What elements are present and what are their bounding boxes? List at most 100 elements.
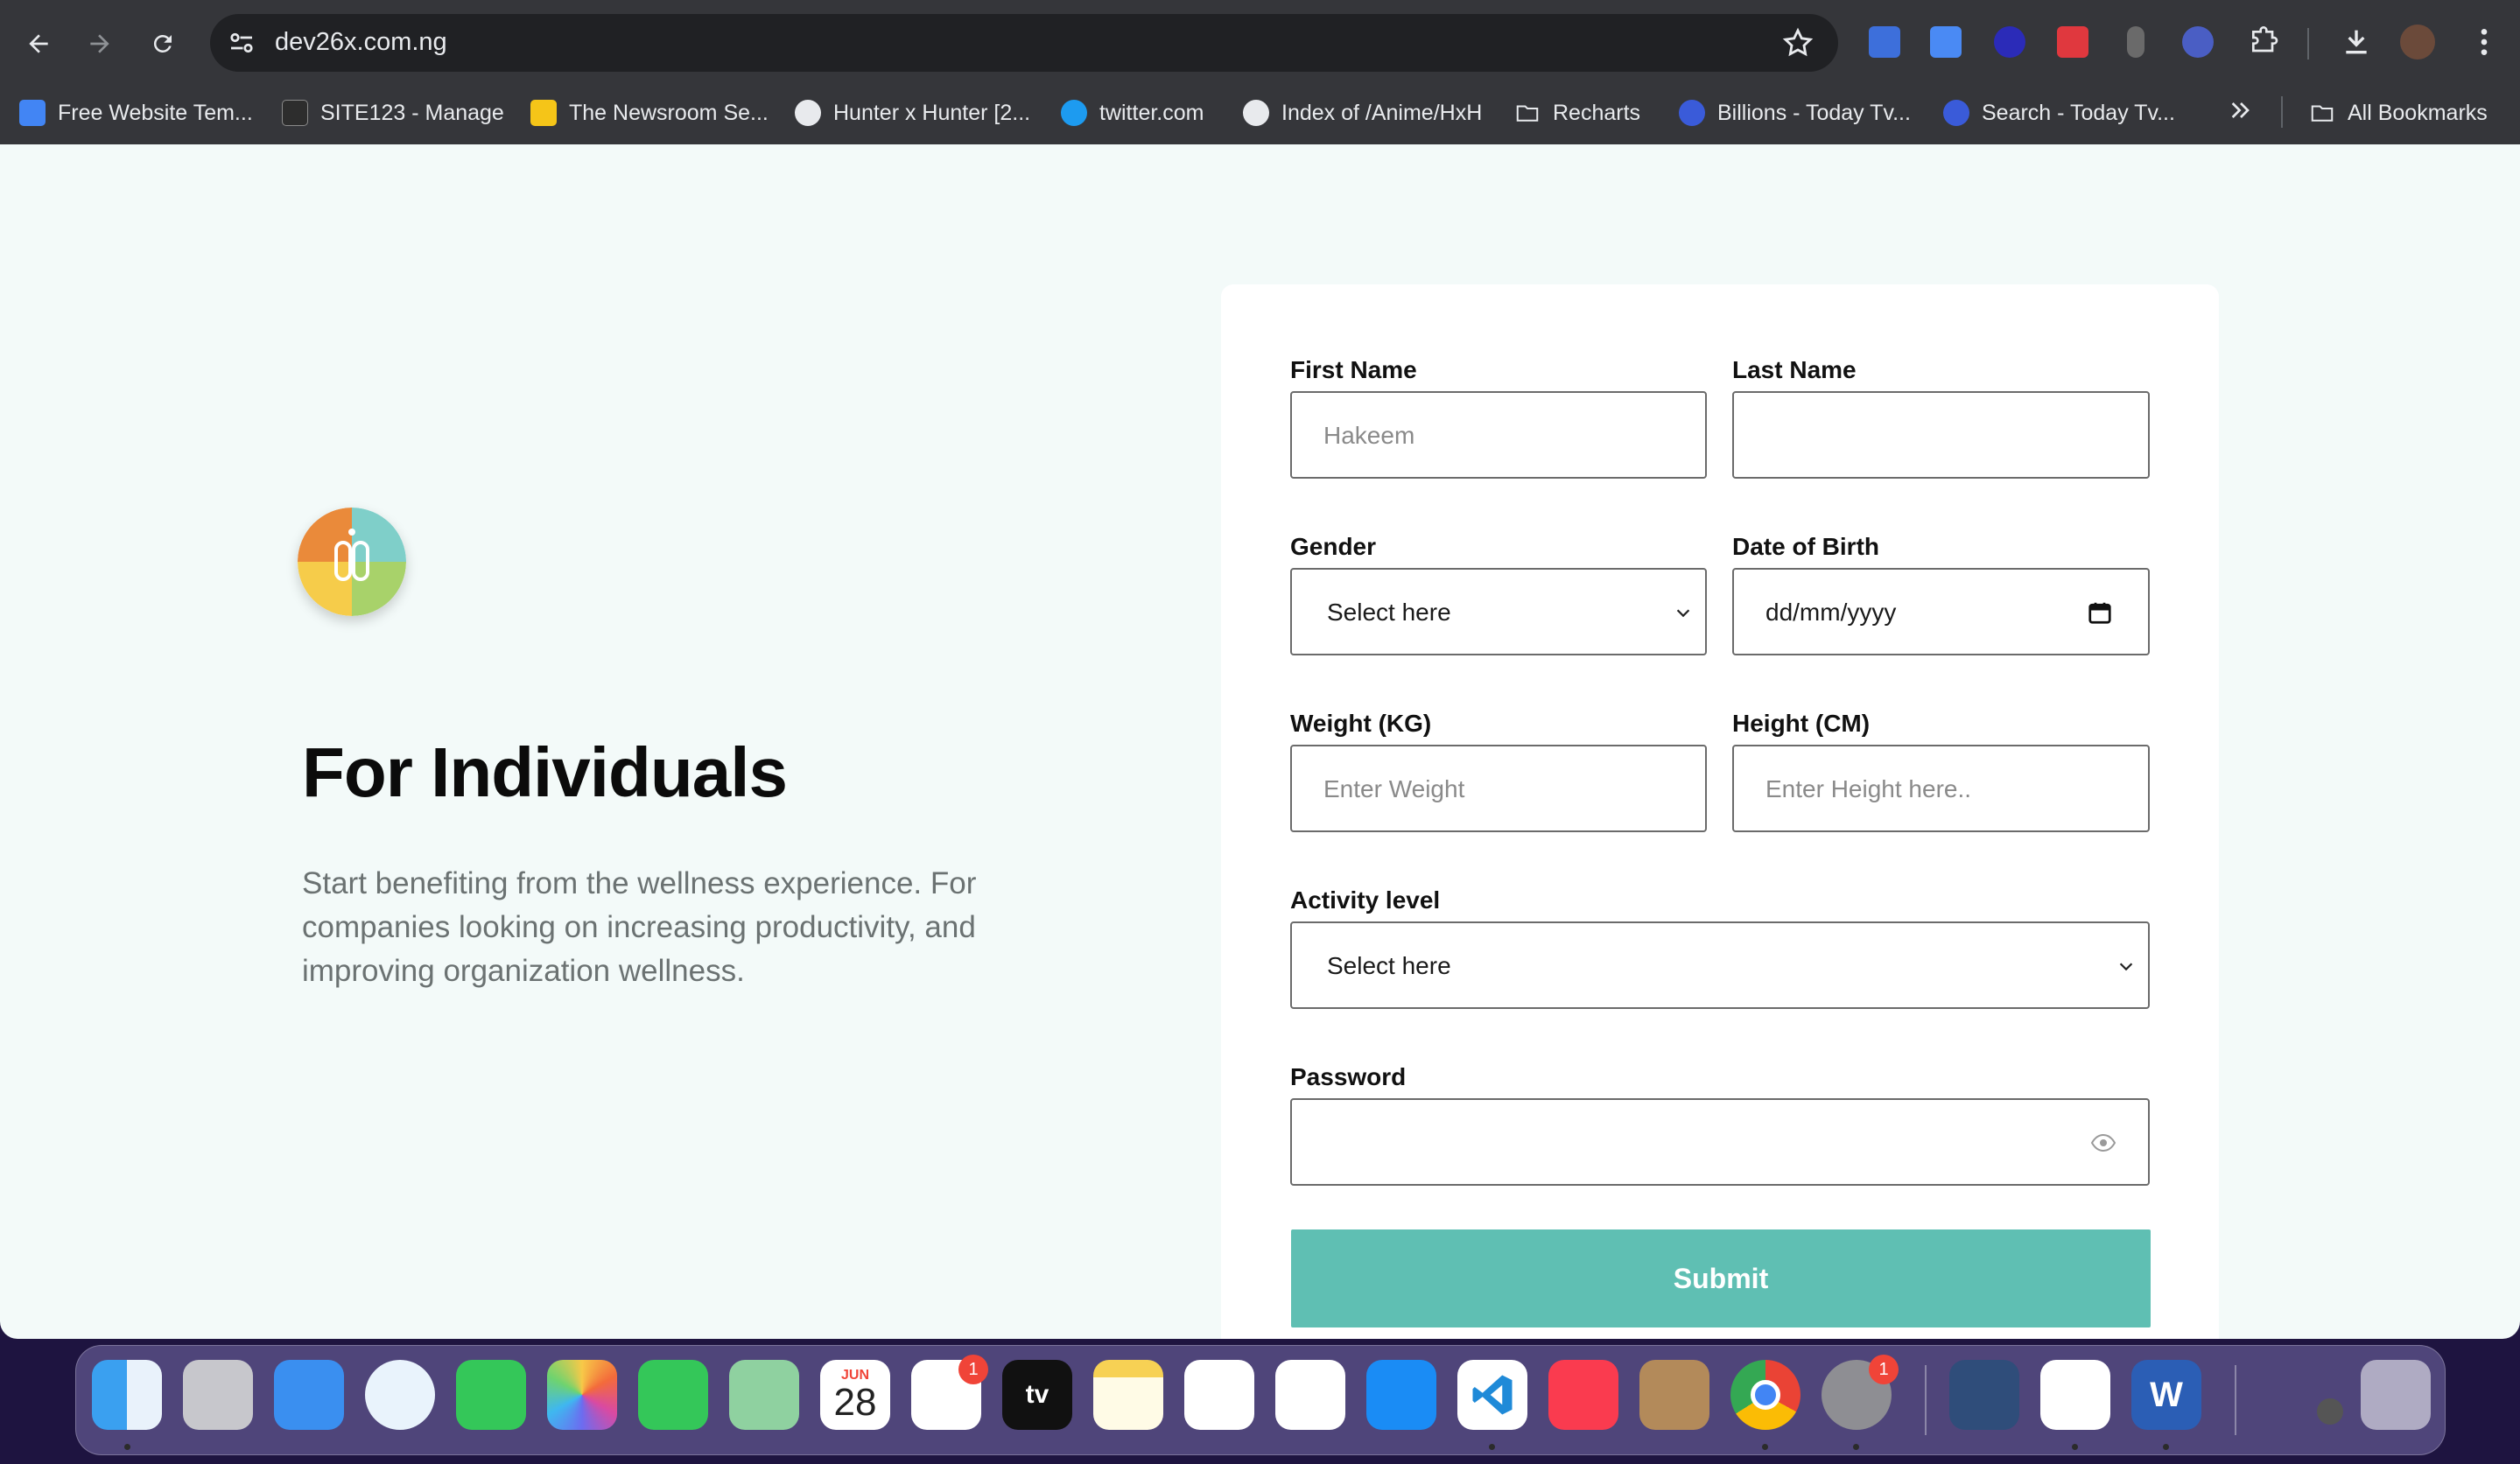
- extension-dropper-icon[interactable]: [2127, 26, 2144, 58]
- bookmarks-divider: [2281, 96, 2283, 128]
- todaytv-icon: [1679, 100, 1705, 126]
- puzzle-icon[interactable]: [2246, 25, 2281, 60]
- first-name-placeholder: Hakeem: [1323, 422, 1415, 449]
- bookmark-item[interactable]: Search - Today Tv...: [1943, 93, 2175, 133]
- vscode-logo-icon: [1472, 1375, 1513, 1415]
- photos-icon[interactable]: [547, 1360, 617, 1430]
- music-icon[interactable]: [1548, 1360, 1618, 1430]
- first-name-field[interactable]: Hakeem: [1290, 391, 1707, 479]
- downloads-stack-icon[interactable]: [2317, 1398, 2343, 1425]
- extension-shield-icon[interactable]: [2182, 26, 2214, 58]
- dob-value: dd/mm/yyyy: [1765, 599, 1897, 626]
- more-menu-icon[interactable]: [2467, 25, 2502, 60]
- todaytv-icon: [1943, 100, 1969, 126]
- google-translate-icon[interactable]: [1930, 26, 1962, 58]
- migration-icon[interactable]: [1949, 1360, 2019, 1430]
- address-bar[interactable]: dev26x.com.ng: [210, 14, 1838, 72]
- calendar-icon[interactable]: JUN 28: [820, 1360, 890, 1430]
- all-bookmarks-button[interactable]: All Bookmarks: [2309, 93, 2488, 133]
- password-label: Password: [1290, 1063, 1407, 1090]
- chevron-down-icon: [1676, 609, 1690, 618]
- calendar-day: 28: [833, 1381, 877, 1424]
- app-store-icon[interactable]: [1366, 1360, 1436, 1430]
- bookmark-item[interactable]: Free Website Tem...: [19, 93, 253, 133]
- bookmark-item[interactable]: Index of /Anime/HxH: [1243, 93, 1482, 133]
- system-settings-icon[interactable]: 1: [1822, 1355, 1899, 1430]
- contacts-icon[interactable]: [1639, 1360, 1709, 1430]
- running-indicator: [1762, 1444, 1768, 1450]
- first-name-label: First Name: [1290, 356, 1417, 383]
- running-indicator: [2163, 1444, 2169, 1450]
- tv-icon[interactable]: tv: [1002, 1360, 1072, 1430]
- bookmark-item[interactable]: SITE123 - Manage: [282, 93, 504, 133]
- notes-icon[interactable]: [1093, 1360, 1163, 1430]
- gender-label: Gender: [1290, 533, 1377, 560]
- calendar-icon[interactable]: [2087, 599, 2113, 626]
- maps-icon[interactable]: [729, 1360, 799, 1430]
- dob-field[interactable]: dd/mm/yyyy: [1732, 568, 2150, 655]
- extension-spark-icon[interactable]: [1994, 26, 2025, 58]
- height-placeholder: Enter Height here..: [1765, 775, 1972, 802]
- running-indicator: [1489, 1444, 1495, 1450]
- eye-icon[interactable]: [2090, 1133, 2116, 1152]
- globe-icon: [1243, 100, 1269, 126]
- signup-form-card: First Name Hakeem Last Name Gender Selec…: [1221, 284, 2219, 1339]
- activity-selected-value: Select here: [1327, 952, 1451, 979]
- reload-button[interactable]: [138, 19, 187, 68]
- reminders-icon[interactable]: 1: [911, 1355, 988, 1430]
- password-field[interactable]: [1290, 1098, 2150, 1186]
- more-bookmarks-icon[interactable]: [2227, 96, 2255, 124]
- twitter-icon: [1061, 100, 1087, 126]
- site-info-icon[interactable]: [226, 27, 257, 59]
- chrome-icon[interactable]: [1730, 1360, 1801, 1430]
- activity-select[interactable]: Select here: [1290, 921, 2150, 1009]
- back-button[interactable]: [14, 19, 63, 68]
- activity-label: Activity level: [1290, 886, 1441, 914]
- dock-separator: [2235, 1365, 2236, 1435]
- messages-icon[interactable]: [456, 1360, 526, 1430]
- download-icon[interactable]: [2339, 25, 2374, 60]
- vscode-icon[interactable]: [1457, 1360, 1527, 1430]
- weight-label: Weight (KG): [1290, 710, 1432, 737]
- extension-record-icon[interactable]: [2057, 26, 2088, 58]
- weight-field[interactable]: Enter Weight: [1290, 745, 1707, 832]
- mail-icon[interactable]: [274, 1360, 344, 1430]
- arrow-right-icon: [90, 34, 109, 53]
- last-name-label: Last Name: [1732, 356, 1857, 383]
- macos-dock: JUN 28 1 tv 1 W: [75, 1345, 2446, 1455]
- facetime-icon[interactable]: [638, 1360, 708, 1430]
- extension-forms-icon[interactable]: [1869, 26, 1900, 58]
- last-name-field[interactable]: [1732, 391, 2150, 479]
- submit-button[interactable]: Submit: [1291, 1229, 2151, 1327]
- slack-icon[interactable]: [2040, 1360, 2110, 1430]
- running-indicator: [1853, 1444, 1859, 1450]
- weight-placeholder: Enter Weight: [1323, 775, 1465, 802]
- gender-selected-value: Select here: [1327, 599, 1451, 626]
- docs-icon: [19, 100, 46, 126]
- bookmark-item[interactable]: The Newsroom Se...: [530, 93, 769, 133]
- dob-label: Date of Birth: [1732, 533, 1879, 560]
- word-icon[interactable]: W: [2131, 1360, 2201, 1430]
- safari-icon[interactable]: [365, 1360, 435, 1430]
- bookmark-item[interactable]: Billions - Today Tv...: [1679, 93, 1911, 133]
- forward-button[interactable]: [75, 19, 124, 68]
- finder-icon[interactable]: [92, 1360, 162, 1430]
- bookmark-item[interactable]: twitter.com: [1061, 93, 1204, 133]
- chrome-center: [1751, 1380, 1780, 1410]
- running-indicator: [124, 1444, 130, 1450]
- newsroom-icon: [530, 100, 557, 126]
- news-icon[interactable]: [1275, 1360, 1345, 1430]
- height-field[interactable]: Enter Height here..: [1732, 745, 2150, 832]
- launchpad-icon[interactable]: [183, 1360, 253, 1430]
- url-text: dev26x.com.ng: [275, 28, 447, 56]
- running-indicator: [2072, 1444, 2078, 1450]
- bookmark-item[interactable]: Hunter x Hunter [2...: [795, 93, 1030, 133]
- bookmark-star-icon[interactable]: [1780, 25, 1815, 60]
- bookmark-folder[interactable]: Recharts: [1514, 93, 1640, 133]
- profile-avatar[interactable]: [2400, 25, 2435, 60]
- trash-icon[interactable]: [2361, 1360, 2431, 1430]
- reload-icon: [153, 34, 172, 53]
- freeform-icon[interactable]: [1184, 1360, 1254, 1430]
- gender-select[interactable]: Select here: [1290, 568, 1707, 655]
- folder-icon: [2311, 105, 2334, 122]
